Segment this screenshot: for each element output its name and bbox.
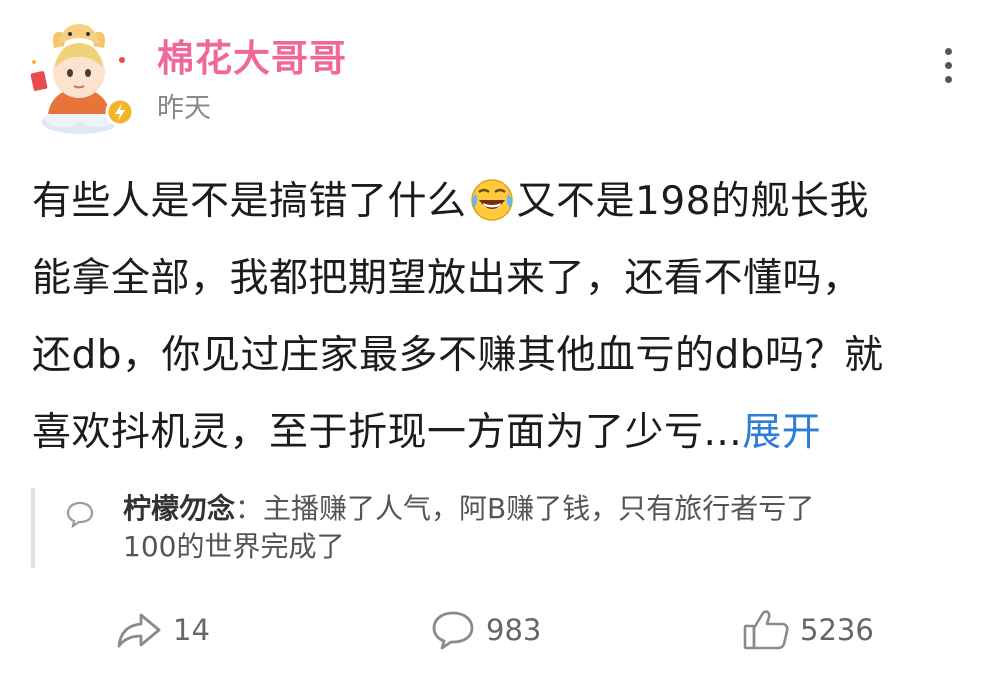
post-text: 有些人是不是搞错了什么 — [32, 179, 467, 224]
share-icon — [115, 610, 163, 650]
post-line-2: 能拿全部，我都把期望放出来了，还看不懂吗， — [32, 256, 862, 301]
post-content: 有些人是不是搞错了什么 又不是198的舰长我 能拿全部，我都把期望放出来了，还看… — [32, 163, 967, 471]
author-name[interactable]: 棉花大哥哥 — [157, 28, 347, 82]
comment-count: 983 — [486, 613, 542, 647]
comment-bubble-icon — [65, 500, 95, 529]
post-text: 喜欢抖机灵，至于折现一方面为了少亏... — [32, 410, 743, 455]
like-button[interactable]: 5236 — [742, 600, 874, 660]
share-button[interactable]: 14 — [115, 600, 210, 660]
post-line-1: 有些人是不是搞错了什么 又不是198的舰长我 — [32, 163, 967, 240]
comment-body-2: 100的世界完成了 — [123, 530, 345, 563]
post-line-4: 喜欢抖机灵，至于折现一方面为了少亏...展开 — [32, 394, 967, 471]
expand-link[interactable]: 展开 — [742, 410, 821, 455]
post-text: 又不是198的舰长我 — [516, 179, 869, 224]
more-vertical-icon[interactable] — [930, 44, 966, 86]
action-bar: 14 983 5236 — [0, 600, 1000, 660]
comment-button[interactable]: 983 — [430, 600, 541, 660]
avatar[interactable] — [18, 10, 140, 138]
post-header: 棉花大哥哥 昨天 — [0, 0, 1000, 150]
comment-separator: ： — [235, 492, 264, 525]
comment-author[interactable]: 柠檬勿念 — [123, 492, 235, 525]
share-count: 14 — [173, 613, 210, 647]
post-time: 昨天 — [157, 93, 211, 124]
post-line-3: 还db，你见过庄家最多不赚其他血亏的db吗？就 — [32, 333, 884, 378]
top-comment[interactable]: 柠檬勿念：主播赚了人气，阿B赚了钱，只有旅行者亏了 100的世界完成了 — [31, 488, 965, 568]
like-icon — [742, 608, 790, 652]
avatar-image — [30, 24, 135, 134]
like-count: 5236 — [800, 613, 874, 647]
comment-icon — [430, 609, 476, 651]
laughing-crying-emoji-icon — [469, 171, 515, 221]
comment-text: 柠檬勿念：主播赚了人气，阿B赚了钱，只有旅行者亏了 100的世界完成了 — [123, 490, 963, 566]
comment-body-1: 主播赚了人气，阿B赚了钱，只有旅行者亏了 — [263, 492, 815, 525]
